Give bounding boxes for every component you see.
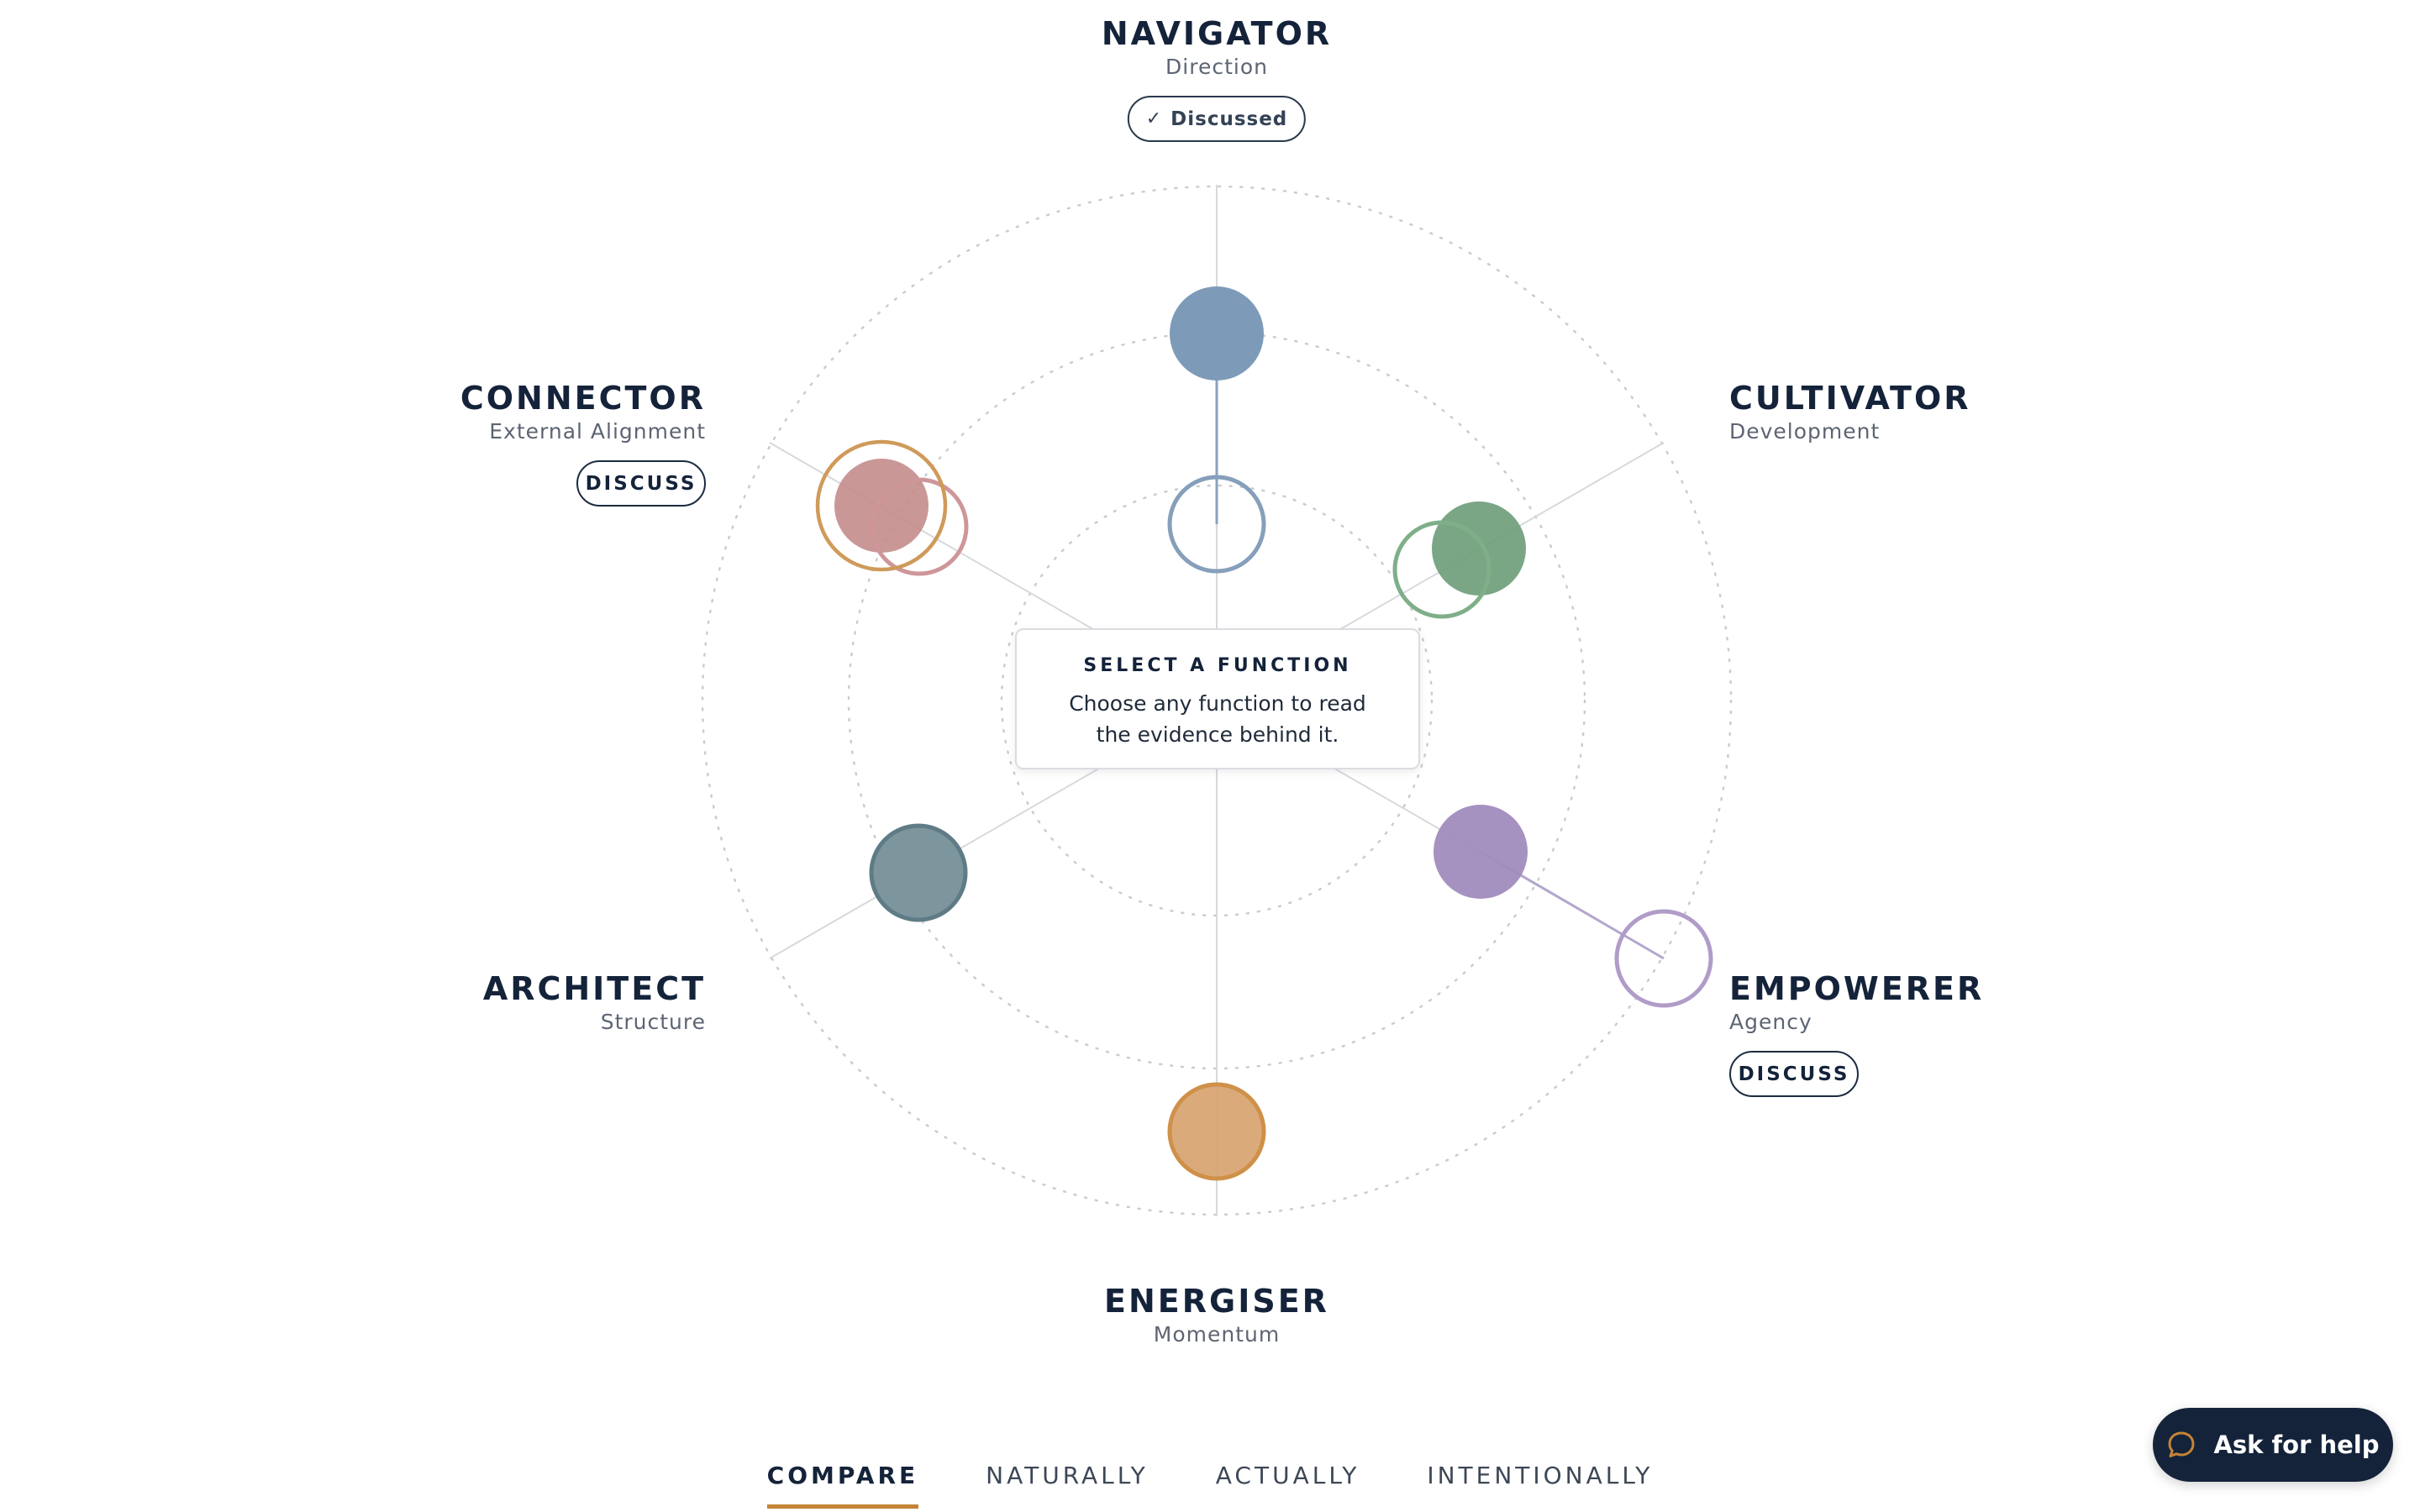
energiser-name: ENERGISER — [1104, 1283, 1329, 1320]
tab-compare[interactable]: COMPARE — [766, 1462, 919, 1509]
function-connector[interactable]: CONNECTOR External Alignment DISCUSS — [460, 380, 706, 507]
navigator-marker-filled[interactable] — [1170, 286, 1264, 381]
connector-subtitle: External Alignment — [489, 419, 706, 444]
discussed-badge[interactable]: ✓ Discussed — [1127, 96, 1306, 142]
function-energiser[interactable]: ENERGISER Momentum — [1104, 1283, 1329, 1348]
cultivator-subtitle: Development — [1729, 419, 1881, 444]
architect-name: ARCHITECT — [482, 970, 706, 1007]
navigator-subtitle: Direction — [1165, 55, 1268, 79]
ask-for-help-label: Ask for help — [2213, 1431, 2380, 1459]
architect-subtitle: Structure — [600, 1010, 706, 1034]
card-body: Choose any function to read the evidence… — [1069, 691, 1366, 747]
function-navigator[interactable]: NAVIGATOR Direction ✓ Discussed — [1102, 15, 1332, 142]
tab-intentionally[interactable]: INTENTIONALLY — [1427, 1462, 1653, 1500]
connector-discuss-button[interactable]: DISCUSS — [576, 460, 706, 507]
connector-name: CONNECTOR — [460, 380, 706, 417]
chat-bubble-icon — [2166, 1430, 2196, 1460]
card-title: SELECT A FUNCTION — [1083, 655, 1352, 676]
cultivator-marker-filled[interactable] — [1432, 501, 1526, 596]
navigator-name: NAVIGATOR — [1101, 15, 1333, 52]
function-cultivator[interactable]: CULTIVATOR Development — [1729, 380, 1971, 445]
function-empowerer[interactable]: EMPOWERER Agency DISCUSS — [1729, 970, 1984, 1097]
tab-naturally[interactable]: NATURALLY — [986, 1462, 1149, 1500]
checkmark-icon: ✓ — [1145, 108, 1163, 129]
energiser-subtitle: Momentum — [1153, 1322, 1281, 1347]
empowerer-subtitle: Agency — [1729, 1010, 1812, 1034]
empowerer-marker-filled[interactable] — [1434, 805, 1528, 899]
tab-actually[interactable]: ACTUALLY — [1216, 1462, 1360, 1500]
view-tabs: COMPARE NATURALLY ACTUALLY INTENTIONALLY — [0, 1462, 2420, 1512]
select-function-card: SELECT A FUNCTION Choose any function to… — [1015, 628, 1420, 769]
connector-marker-filled[interactable] — [834, 459, 929, 553]
discussed-label: Discussed — [1171, 108, 1288, 130]
function-architect[interactable]: ARCHITECT Structure — [483, 970, 706, 1036]
ask-for-help-button[interactable]: Ask for help — [2153, 1408, 2393, 1482]
empowerer-name: EMPOWERER — [1729, 970, 1985, 1007]
cultivator-name: CULTIVATOR — [1729, 380, 1971, 417]
empowerer-discuss-button[interactable]: DISCUSS — [1729, 1051, 1859, 1097]
